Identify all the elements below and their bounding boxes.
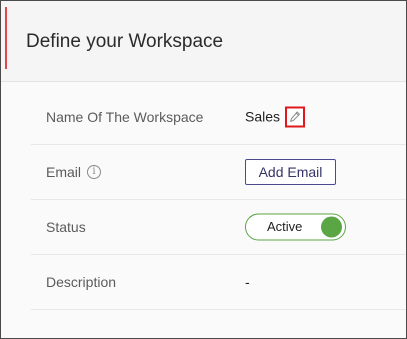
workspace-name-value: Sales (245, 108, 281, 125)
edit-name-button[interactable] (285, 106, 306, 127)
description-label: Description (46, 273, 117, 290)
add-email-button[interactable]: Add Email (245, 158, 336, 185)
name-label: Name Of The Workspace (46, 108, 204, 125)
name-value-wrap: Sales (245, 106, 306, 127)
status-row: Status Active (31, 199, 406, 255)
email-label: Email (46, 163, 82, 180)
email-value-wrap: Add Email (245, 158, 336, 185)
description-value: - (245, 273, 250, 290)
email-row: Email i Add Email (31, 144, 406, 200)
info-icon[interactable]: i (87, 164, 102, 179)
page-title: Define your Workspace (26, 31, 224, 52)
status-toggle-label: Active (267, 219, 303, 234)
panel-header: Define your Workspace (1, 1, 406, 82)
status-value-wrap: Active (245, 213, 346, 240)
email-label-wrap: Email i (46, 163, 102, 180)
status-label: Status (46, 218, 86, 235)
header-accent-bar (5, 7, 7, 69)
status-toggle[interactable]: Active (245, 213, 346, 240)
toggle-knob (321, 216, 342, 237)
description-row: Description - (31, 254, 406, 310)
workspace-details: Name Of The Workspace Sales Email i Add … (1, 82, 406, 338)
pencil-icon (290, 111, 301, 122)
workspace-panel: Define your Workspace Name Of The Worksp… (0, 0, 407, 339)
name-row: Name Of The Workspace Sales (31, 89, 406, 145)
